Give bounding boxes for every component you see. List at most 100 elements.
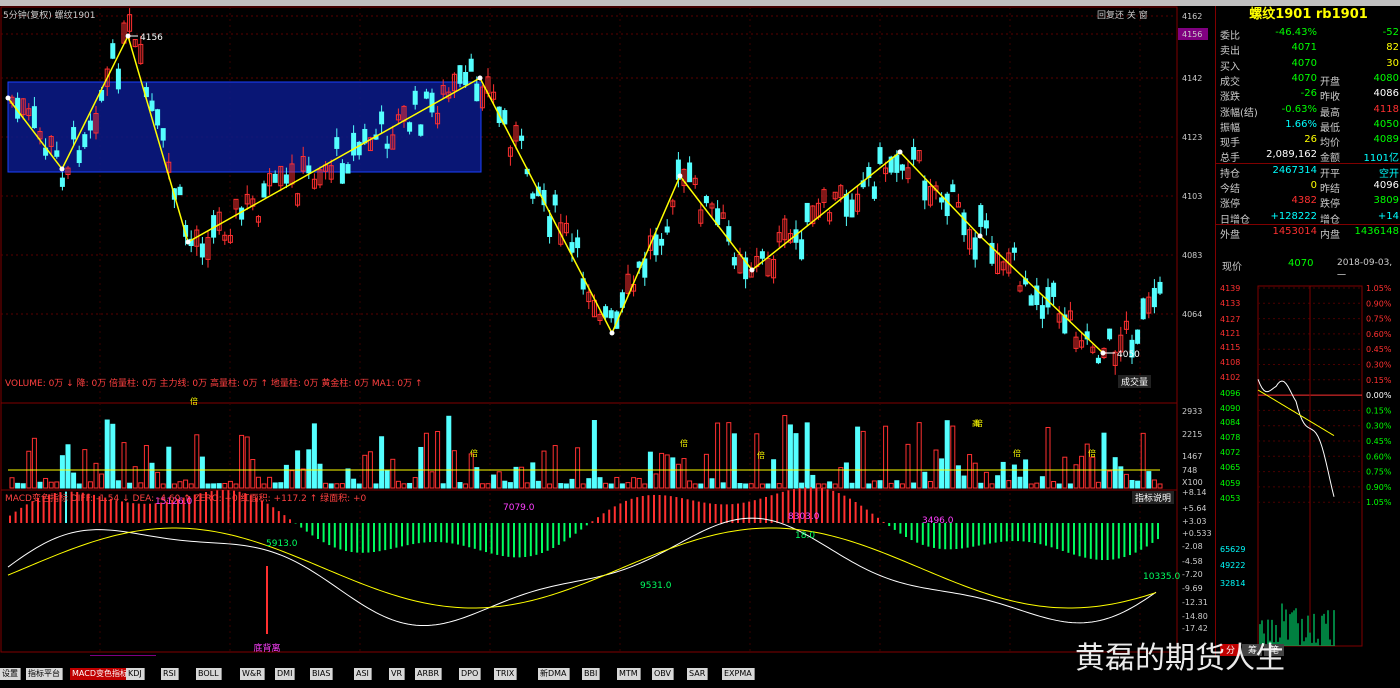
- mini-right-label: 0.60%: [1366, 452, 1392, 461]
- macd-value-label: 5913.0: [266, 539, 298, 549]
- candle: [261, 183, 267, 198]
- quote-rows: 委比 -46.43% -52 卖出 4071 82 买入 4070 30 成交 4070 开盘 4080…: [1216, 26, 1400, 241]
- quote-label: 昨收: [1320, 92, 1340, 104]
- volume-tick-label: 2933: [1182, 407, 1202, 416]
- indicator-tabs[interactable]: 设置 指标平台 MACD变色指标 KDJ RSI BOLL W&R DMI BIAS ASI VR A…: [0, 668, 755, 680]
- quote-value: 空开: [1379, 168, 1399, 180]
- macd-tick-label: -4.58: [1182, 557, 1203, 566]
- candle: [899, 164, 905, 171]
- quote-label: 卖出: [1220, 46, 1240, 58]
- candle: [603, 306, 609, 318]
- tab-18[interactable]: SAR: [687, 668, 709, 680]
- volume-bar: [507, 482, 513, 489]
- volume-bar: [423, 432, 429, 489]
- tab-7[interactable]: DMI: [275, 668, 296, 680]
- quote-label: 今结: [1220, 184, 1240, 195]
- volume-bar: [950, 425, 956, 489]
- tab-0[interactable]: 设置: [0, 668, 21, 680]
- candle: [239, 207, 245, 220]
- macd-legend: MACD变色指标 DIFF: -1.54 ↓ DEA: -4.60 ↑ ZERO…: [5, 494, 367, 504]
- quote-value: 4382: [1291, 195, 1317, 207]
- volume-bar: [82, 449, 88, 489]
- tab-3[interactable]: KDJ: [126, 668, 145, 680]
- tab-17[interactable]: OBV: [652, 668, 675, 680]
- volume-bar: [110, 423, 116, 489]
- chart-buttons[interactable]: 回复还 关 窗: [1097, 8, 1148, 21]
- volume-bar: [451, 450, 457, 489]
- candle: [804, 202, 810, 223]
- volume-legend: VOLUME: 0万 ↓ 降: 0万 倍量柱: 0万 主力线: 0万 高量柱: …: [5, 379, 423, 389]
- tab-15[interactable]: BBI: [582, 668, 601, 680]
- volume-bar: [317, 463, 323, 489]
- tab-9[interactable]: ASI: [354, 668, 372, 680]
- restore-button[interactable]: 回复还: [1097, 11, 1124, 21]
- volume-bar: [43, 477, 49, 489]
- close-button[interactable]: 关: [1127, 11, 1136, 21]
- macd-tick-label: -17.42: [1182, 624, 1208, 633]
- tab-14[interactable]: 新DMA: [538, 668, 570, 680]
- mini-right-label: 0.30%: [1366, 361, 1392, 370]
- tab-8[interactable]: BIAS: [310, 668, 334, 680]
- status-bar: [0, 681, 1400, 688]
- volume-tick-label: 748: [1182, 466, 1197, 475]
- tab-1[interactable]: 指标平台: [26, 668, 63, 680]
- tab-5[interactable]: BOLL: [196, 668, 222, 680]
- volume-button[interactable]: 成交量: [1118, 375, 1152, 388]
- quote-value: +128222: [1270, 210, 1317, 222]
- volume-bar: [255, 476, 261, 489]
- volume-bar: [1039, 476, 1045, 489]
- volume-bar: [1129, 479, 1135, 489]
- mini-left-label: 4121: [1220, 329, 1240, 338]
- volume-bar: [804, 422, 810, 489]
- quote-value: 1.66%: [1285, 118, 1317, 130]
- quote-row: 涨幅(结) -0.63% 最高 4118: [1216, 103, 1400, 119]
- volume-bar: [160, 483, 166, 489]
- volume-bar: [737, 483, 743, 489]
- volume-bar: [972, 462, 978, 489]
- volume-bar: [552, 445, 558, 489]
- volume-tick-label: X100: [1182, 478, 1203, 487]
- macd-button[interactable]: 指标说明: [1132, 491, 1175, 504]
- tab-6[interactable]: W&R: [240, 668, 265, 680]
- zigzag-point: [185, 239, 191, 245]
- tab-10[interactable]: VR: [389, 668, 406, 680]
- candle: [1135, 329, 1141, 344]
- quote-row: 涨跌 -26 昨收 4086: [1216, 87, 1400, 104]
- volume-bar: [300, 468, 306, 489]
- volume-bar: [659, 452, 665, 489]
- macd-value-label: 3496.0: [922, 516, 954, 526]
- window-button[interactable]: 窗: [1139, 11, 1148, 21]
- tab-11[interactable]: ARBR: [415, 668, 443, 680]
- high-label: 4156: [140, 33, 163, 43]
- tab-2[interactable]: MACD变色指标: [70, 668, 131, 680]
- watermark: 黄磊的期货人生: [1075, 641, 1285, 676]
- volume-bar: [65, 444, 71, 489]
- mini-right-label: 0.15%: [1366, 376, 1392, 385]
- volume-bar: [810, 474, 816, 489]
- volume-bar: [776, 483, 782, 489]
- candle: [149, 100, 155, 111]
- tab-13[interactable]: TRIX: [494, 668, 518, 680]
- volume-bar: [362, 454, 368, 489]
- tab-19[interactable]: EXPMA: [722, 668, 755, 680]
- volume-bar: [205, 483, 211, 489]
- volume-bar: [1135, 480, 1141, 489]
- quote-value: 4118: [1373, 103, 1399, 115]
- volume-bar: [390, 458, 396, 489]
- volume-bar: [334, 483, 340, 489]
- quote-label: 最低: [1320, 122, 1340, 134]
- candle: [843, 193, 849, 217]
- tab-4[interactable]: RSI: [161, 668, 179, 680]
- chart-area[interactable]: 4162 4156 4142 4123 4103 4083 4064 4156 4050 2933…: [0, 6, 1215, 667]
- volume-bar: [866, 483, 872, 489]
- volume-bar: [530, 462, 536, 489]
- quote-value: 4050: [1373, 118, 1399, 130]
- mini-left-label: 4102: [1220, 373, 1240, 382]
- volume-bar: [832, 483, 838, 489]
- tab-16[interactable]: MTM: [617, 668, 641, 680]
- tab-12[interactable]: DPO: [459, 668, 482, 680]
- quote-value: 4089: [1373, 134, 1399, 146]
- macd-tick-label: -2.08: [1182, 542, 1203, 551]
- volume-bar: [815, 483, 821, 489]
- zigzag-point: [677, 173, 683, 179]
